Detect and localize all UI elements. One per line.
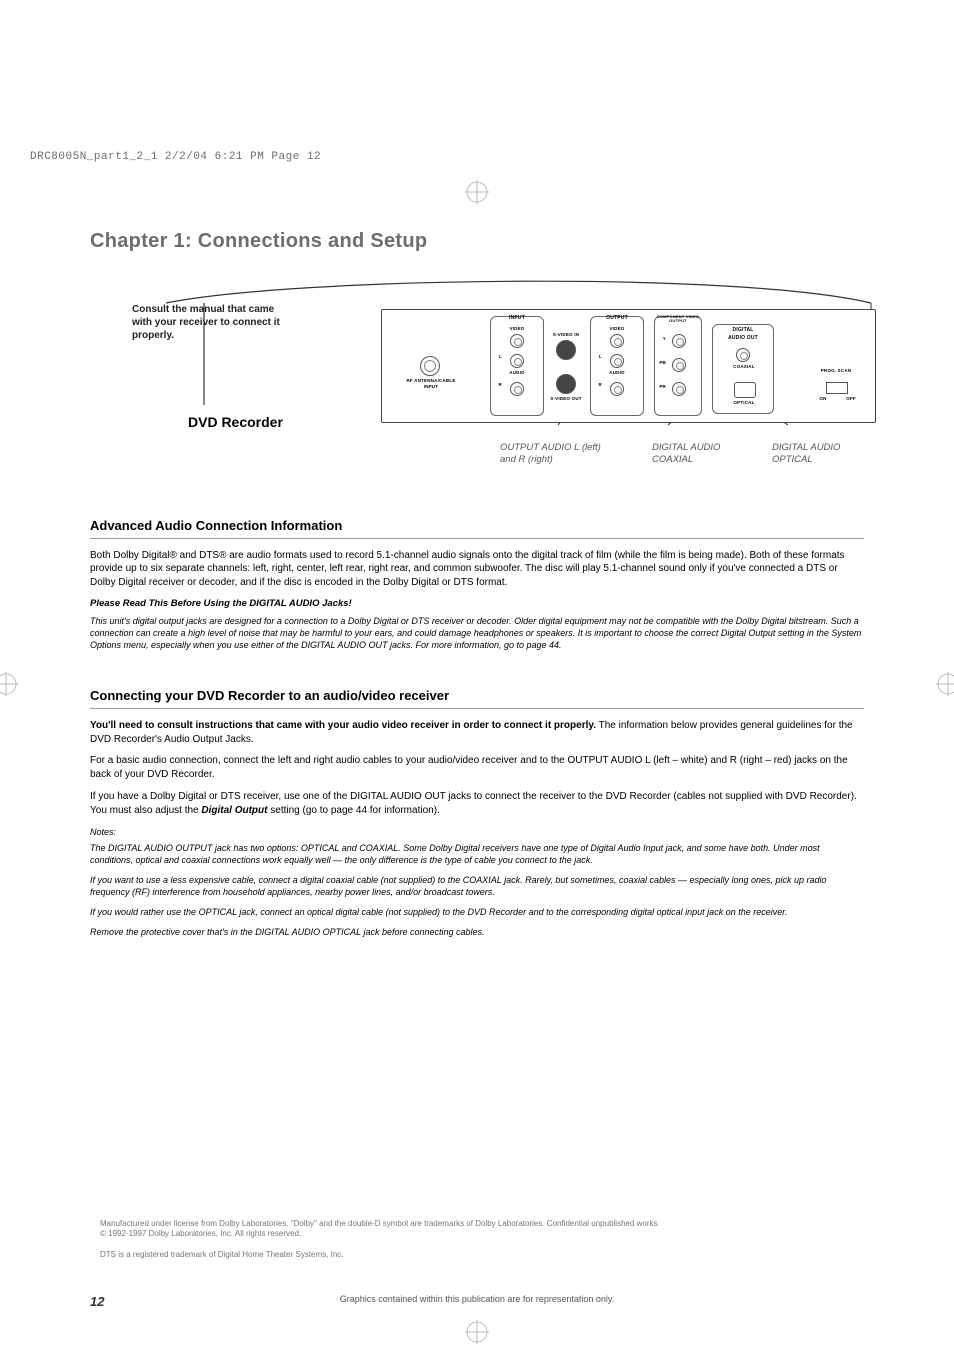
input-audio-l-jack [510, 354, 524, 368]
chapter-title: Chapter 1: Connections and Setup [90, 228, 864, 255]
note-1: The DIGITAL AUDIO OUTPUT jack has two op… [90, 842, 864, 866]
component-pb-jack [672, 358, 686, 372]
output-l-label: L [590, 354, 602, 360]
svideo-out-label: S-VIDEO OUT [544, 396, 588, 402]
connecting-p1: You'll need to consult instructions that… [90, 719, 864, 747]
optical-label: OPTICAL [722, 400, 766, 406]
pr-label: PR [652, 384, 666, 390]
digital-optical-jack [734, 382, 756, 398]
input-group-label: INPUT [491, 315, 543, 322]
y-label: Y [652, 336, 666, 342]
advanced-audio-p1: Both Dolby Digital® and DTS® are audio f… [90, 549, 864, 590]
prog-scan-switch [826, 382, 848, 394]
component-pr-jack [672, 382, 686, 396]
caption-audio-lr: OUTPUT AUDIO L (left) and R (right) [500, 442, 640, 466]
top-crop-mark [0, 180, 954, 209]
page-footer-row: 12 Graphics contained within this public… [90, 1293, 864, 1305]
audio-label-in: AUDIO [497, 370, 537, 376]
input-audio-r-jack [510, 382, 524, 396]
connecting-p3: If you have a Dolby Digital or DTS recei… [90, 790, 864, 818]
footer-center-text: Graphics contained within this publicati… [340, 1294, 615, 1304]
connecting-p3-bolditalic: Digital Output [201, 805, 267, 816]
right-crop-mark [936, 672, 954, 701]
audio-label-out: AUDIO [597, 370, 637, 376]
connecting-p3b: setting (go to page 44 for information). [267, 805, 439, 816]
caption-coax-2: COAXIAL [652, 454, 693, 465]
component-y-jack [672, 334, 686, 348]
heading-advanced-audio: Advanced Audio Connection Information [90, 517, 864, 539]
footer-l2: © 1992-1997 Dolby Laboratories, Inc. All… [100, 1229, 860, 1240]
output-video-jack [610, 334, 624, 348]
output-audio-l-jack [610, 354, 624, 368]
output-r-label: R [590, 382, 602, 388]
component-group-label: COMPONENT VIDEO OUTPUT [655, 315, 701, 323]
pb-label: PB [652, 360, 666, 366]
dvd-recorder-label: DVD Recorder [188, 413, 283, 432]
input-r-label: R [490, 382, 502, 388]
caption-coax-1: DIGITAL AUDIO [652, 442, 720, 453]
advanced-audio-warning-body: This unit's digital output jacks are des… [90, 615, 864, 651]
svideo-out-jack [556, 374, 576, 394]
footer-l3: DTS is a registered trademark of Digital… [100, 1250, 860, 1261]
footer-fine-print: Manufactured under license from Dolby La… [100, 1219, 860, 1261]
footer-l1: Manufactured under license from Dolby La… [100, 1219, 860, 1230]
left-crop-mark [0, 672, 18, 701]
print-header: DRC8005N_part1_2_1 2/2/04 6:21 PM Page 1… [30, 150, 321, 165]
caption-optical: DIGITAL AUDIO OPTICAL [772, 442, 882, 466]
caption-audio-lr-2: and R (right) [500, 454, 553, 465]
connecting-p2: For a basic audio connection, connect th… [90, 754, 864, 782]
coaxial-label: COAXIAL [722, 364, 766, 370]
video-label-in: VIDEO [497, 326, 537, 332]
caption-audio-lr-1: OUTPUT AUDIO L (left) [500, 442, 601, 453]
svideo-in-label: S-VIDEO IN [544, 332, 588, 338]
advanced-audio-warning-title: Please Read This Before Using the DIGITA… [90, 598, 864, 611]
digital-coaxial-jack [736, 348, 750, 362]
input-l-label: L [490, 354, 502, 360]
prog-scan-label: PROG. SCAN [814, 368, 858, 374]
page-number: 12 [90, 1293, 104, 1311]
bottom-crop-mark [0, 1320, 954, 1351]
connection-diagram: Consult the manual that came with your r… [96, 277, 876, 487]
output-audio-r-jack [610, 382, 624, 396]
notes-label: Notes: [90, 826, 864, 838]
svideo-in-jack [556, 340, 576, 360]
rf-label: RF ANTENNA/CABLE INPUT [404, 378, 458, 390]
switch-off-label: OFF [842, 396, 860, 402]
caption-opt-1: DIGITAL AUDIO [772, 442, 840, 453]
note-2: If you want to use a less expensive cabl… [90, 874, 864, 898]
switch-on-label: ON [814, 396, 832, 402]
caption-coax: DIGITAL AUDIO COAXIAL [652, 442, 762, 466]
dvd-back-panel: RF ANTENNA/CABLE INPUT INPUT VIDEO L AUD… [381, 309, 876, 423]
output-group-label: OUTPUT [591, 315, 643, 322]
digital-label-2: AUDIO OUT [713, 335, 773, 342]
heading-connecting-receiver: Connecting your DVD Recorder to an audio… [90, 687, 864, 709]
video-label-out: VIDEO [597, 326, 637, 332]
connecting-p1-lead: You'll need to consult instructions that… [90, 720, 596, 731]
digital-label-1: DIGITAL [713, 327, 773, 334]
note-4: Remove the protective cover that's in th… [90, 926, 864, 938]
input-video-jack [510, 334, 524, 348]
callout-text: Consult the manual that came with your r… [132, 303, 287, 342]
note-3: If you would rather use the OPTICAL jack… [90, 906, 864, 918]
caption-opt-2: OPTICAL [772, 454, 813, 465]
rf-antenna-jack [420, 356, 440, 376]
